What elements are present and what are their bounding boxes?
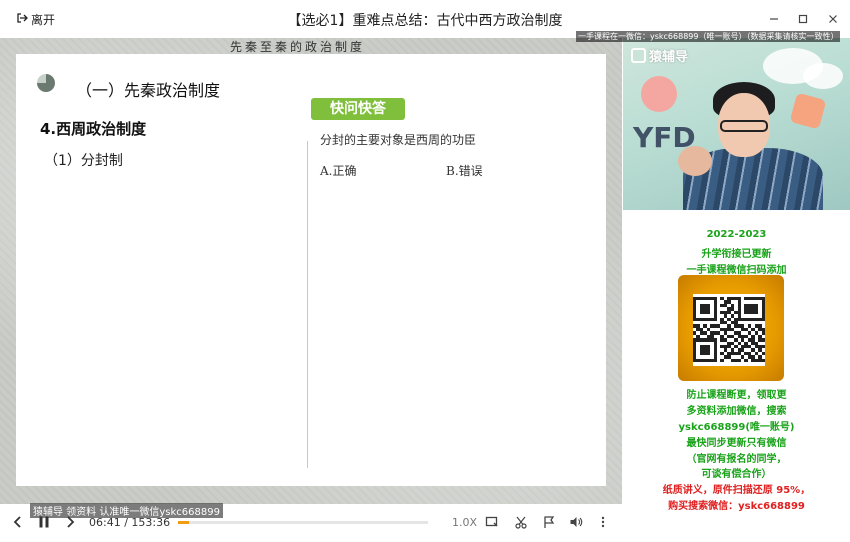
- section-title: （一）先秦政治制度: [76, 81, 221, 100]
- qr-module: [713, 358, 717, 363]
- qr-module: [761, 317, 765, 321]
- option-b[interactable]: B.错误: [446, 162, 483, 179]
- point-label: （1）分封制: [44, 153, 123, 169]
- progress-bar[interactable]: [178, 521, 428, 524]
- next-icon[interactable]: [62, 514, 78, 530]
- maximize-icon[interactable]: [793, 9, 813, 29]
- progress-fill: [178, 521, 189, 524]
- flag-icon[interactable]: [541, 514, 557, 530]
- cloud-decoration: [803, 63, 843, 89]
- ad-line: 购买搜索微信：yskc668899: [668, 501, 805, 512]
- smiley-decoration: [789, 92, 827, 130]
- qr-code[interactable]: [693, 294, 765, 366]
- ad-line: 一手课程微信扫码添加: [686, 265, 787, 276]
- time-readout: 06:41 / 153:36: [89, 516, 170, 529]
- ad-line: yskc668899(唯一账号): [678, 422, 795, 433]
- time-separator: /: [124, 516, 128, 529]
- brand-logo-text: 猿辅导: [649, 50, 689, 65]
- more-options-icon[interactable]: [595, 514, 611, 530]
- qr-module: [706, 351, 711, 356]
- subsection-title: 4.西周政治制度: [40, 120, 147, 138]
- qr-module: [744, 358, 748, 363]
- ad-line: 纸质讲义，原件扫描还原 95%，: [662, 485, 811, 496]
- ad-line: 最快同步更新只有微信: [686, 438, 787, 449]
- option-a[interactable]: A.正确: [320, 162, 356, 179]
- total-time: 153:36: [131, 516, 171, 529]
- brand-logo: 猿辅导: [631, 46, 688, 65]
- pause-icon[interactable]: [36, 514, 52, 530]
- qr-module: [761, 351, 765, 356]
- previous-icon[interactable]: [10, 514, 26, 530]
- watermark-top: 一手课程在一微信：yskc668899（唯一账号）（数据采集请核实一致性）: [576, 31, 841, 42]
- ad-line: 多资料添加微信，搜索: [686, 406, 787, 417]
- quiz-tag: 快问快答: [311, 98, 405, 120]
- ad-line: 可谈有偿合作）: [701, 469, 772, 480]
- smiley-decoration: [641, 76, 677, 112]
- ad-line: 2022-2023: [706, 229, 767, 240]
- close-icon[interactable]: [823, 9, 843, 29]
- brand-logo-icon: [631, 48, 646, 63]
- ad-line: 防止课程断更，领取更: [686, 390, 787, 401]
- qr-module: [706, 310, 711, 315]
- qr-module: [761, 358, 765, 363]
- qr-module: [737, 358, 741, 363]
- qr-module: [761, 331, 765, 335]
- teacher-hand: [678, 146, 712, 176]
- teacher-glasses: [720, 120, 768, 132]
- volume-icon[interactable]: [568, 514, 584, 530]
- quiz-question: 分封的主要对象是西周的功臣: [320, 133, 477, 147]
- pie-bullet-icon: [37, 74, 55, 92]
- qr-module: [720, 358, 724, 363]
- qr-module: [713, 317, 717, 321]
- ad-line: （官网有报名的同学，: [686, 454, 787, 465]
- teacher-video[interactable]: YFD 猿辅导: [623, 38, 850, 210]
- qr-module: [754, 310, 759, 315]
- clip-icon[interactable]: [513, 514, 529, 530]
- slide-banner: 先秦至秦的政治制度: [230, 40, 366, 54]
- qr-module: [761, 345, 765, 349]
- ad-line: 升学衔接已更新: [701, 249, 772, 260]
- minimize-icon[interactable]: [764, 9, 784, 29]
- current-time: 06:41: [89, 516, 121, 529]
- qr-module: [761, 338, 765, 342]
- divider: [307, 141, 308, 468]
- window-title: 【选必1】重难点总结：古代中西方政治制度: [287, 13, 563, 29]
- speed-selector[interactable]: 1.0X: [452, 516, 477, 529]
- screenshot-icon[interactable]: [484, 514, 500, 530]
